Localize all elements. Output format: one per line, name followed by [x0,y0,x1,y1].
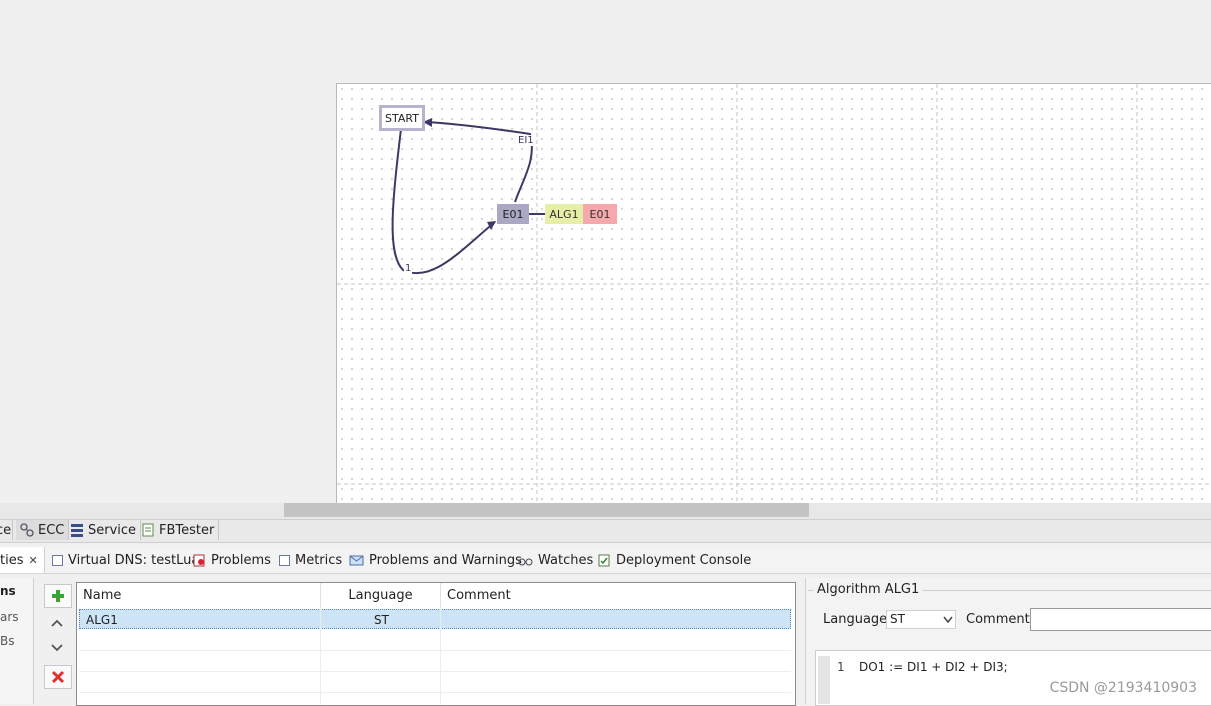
tab-label: Watches [538,552,594,568]
tab-deployment-console[interactable]: Deployment Console [598,547,751,573]
tab-label: Deployment Console [616,552,752,568]
code-editor[interactable] [815,650,1211,706]
move-up-button[interactable] [44,612,70,634]
start-state[interactable]: START [379,105,425,131]
tab-label: Service [88,522,137,538]
side-item-fbs[interactable]: Bs [0,634,33,648]
table-row-empty [79,651,791,672]
glasses-icon [518,558,533,565]
envelope-icon [349,555,364,565]
code-gutter [818,656,830,704]
chevron-up-icon [51,619,63,627]
state-e01[interactable]: E01 [497,204,529,224]
ecc-icon [20,523,34,537]
tab-problems-and-warnings[interactable]: Problems and Warnings [349,547,522,573]
tab-label: Metrics [295,552,343,568]
close-icon[interactable]: ✕ [28,554,37,567]
watermark: CSDN @2193410903 [1049,680,1197,696]
algorithms-table: Name Language Comment ALG1 ST [76,582,796,706]
tab-properties[interactable]: ties ✕ [0,547,45,573]
editor-tab-bar: ce ECC Service FBTester [0,519,1211,543]
side-item-algorithms[interactable]: ns [0,584,33,598]
view-icon [52,554,63,566]
column-header-language[interactable]: Language [321,583,441,607]
tab-metrics[interactable]: Metrics [279,547,342,573]
line-number: 1 [837,660,845,674]
ecc-canvas[interactable]: START E01 ALG1 E01 1 EI1 [336,83,1211,504]
column-header-comment[interactable]: Comment [441,583,795,607]
transition-condition-label[interactable]: EI1 [517,135,535,146]
tab-ecc[interactable]: ECC [16,520,70,540]
table-row[interactable]: ALG1 ST [79,609,791,629]
column-divider [440,607,441,705]
tab-label: ECC [38,522,65,538]
view-icon [279,554,290,566]
tab-fbtester[interactable]: FBTester [137,520,220,540]
move-down-button[interactable] [44,637,70,659]
comment-field[interactable] [1030,608,1211,631]
chevron-down-icon [943,616,953,624]
tab-label: Problems and Warnings [369,552,522,568]
tab-watches[interactable]: Watches [518,547,593,573]
properties-side-nav: ns ars Bs [0,578,34,704]
transition-e01-to-start [426,121,533,203]
plus-icon [52,590,64,602]
algorithm-group-title: Algorithm ALG1 [814,582,923,597]
delete-button[interactable] [44,665,72,689]
tab-label: FBTester [159,522,215,538]
tab-label: ties [0,552,24,568]
cell-name[interactable]: ALG1 [86,610,118,629]
service-icon [71,524,83,537]
view-tab-bar: ties ✕ Virtual DNS: testLua Problems Met… [0,547,1211,574]
transition-start-to-e01 [391,128,496,275]
chevron-down-icon [51,644,63,652]
tab-label: ce [0,522,12,538]
side-item-vars[interactable]: ars [0,610,33,624]
action-output-event[interactable]: E01 [583,204,617,224]
table-row-empty [79,672,791,693]
scrollbar-thumb[interactable] [284,503,809,517]
column-divider [320,607,321,705]
tab-label: Virtual DNS: testLua [68,552,200,568]
fbtester-icon [142,523,154,537]
language-label: Language [823,612,888,627]
code-line[interactable]: DO1 := DI1 + DI2 + DI3; [859,660,1008,674]
action-algorithm[interactable]: ALG1 [545,204,583,224]
tab-virtual-dns[interactable]: Virtual DNS: testLua [52,547,199,573]
language-value: ST [890,612,905,626]
table-row-empty [79,630,791,651]
tab-label: Problems [211,552,271,568]
language-dropdown[interactable]: ST [886,610,956,629]
tab-service[interactable]: Service [66,520,142,540]
problems-icon [193,554,205,566]
tab-problems[interactable]: Problems [193,547,271,573]
checklist-icon [598,554,610,566]
add-button[interactable] [44,584,72,608]
canvas-grid [337,84,1211,504]
transition-condition-label[interactable]: 1 [404,263,413,274]
tab-interface[interactable]: ce [0,520,13,540]
comment-label: Comment [966,612,1030,627]
cell-language[interactable]: ST [374,610,389,629]
delete-icon [51,670,65,684]
column-header-name[interactable]: Name [77,583,321,607]
